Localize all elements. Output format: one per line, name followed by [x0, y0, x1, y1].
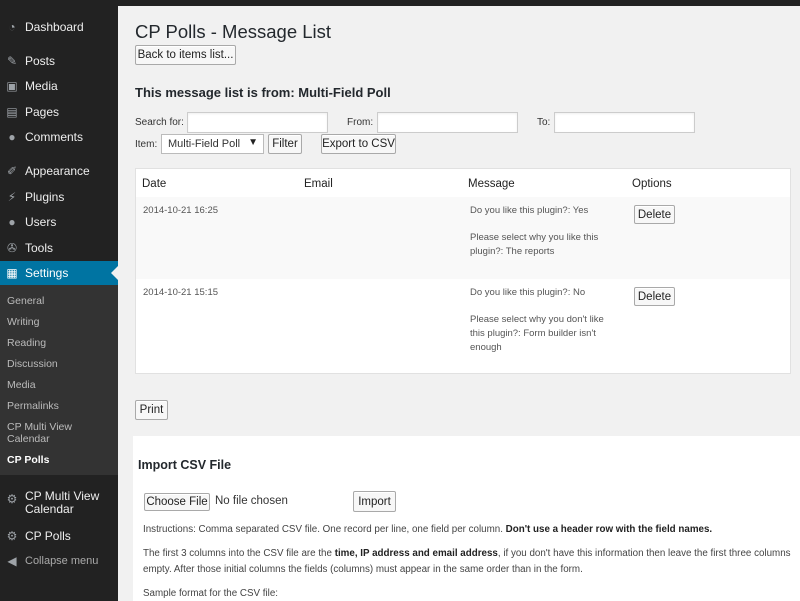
filter-button[interactable]: Filter — [268, 134, 302, 154]
message-list-subtitle: This message list is from: Multi-Field P… — [135, 85, 391, 100]
menu-settings[interactable]: ▦ Settings — [0, 261, 118, 285]
row-date: 2014-10-21 16:25 — [143, 205, 219, 216]
choose-file-button[interactable]: Choose File — [144, 493, 210, 511]
settings-icon: ▦ — [6, 266, 18, 280]
chevron-down-icon: ▼ — [248, 137, 258, 148]
submenu-writing[interactable]: Writing — [7, 316, 112, 328]
menu-cp-multi-view-calendar[interactable]: ⚙ CP Multi View Calendar — [0, 490, 118, 520]
to-label: To: — [537, 117, 551, 128]
pages-icon: ▤ — [6, 105, 18, 119]
admin-sidebar: ◔ Dashboard ✎ Posts ▣ Media ▤ Pages ● Comment… — [0, 6, 118, 601]
menu-media[interactable]: ▣ Media — [0, 75, 118, 97]
column-header-date: Date — [142, 178, 167, 190]
column-header-message: Message — [468, 178, 515, 190]
from-label: From: — [347, 117, 374, 128]
to-date-input[interactable] — [554, 112, 695, 133]
menu-users[interactable]: ● Users — [0, 211, 118, 233]
collapse-menu[interactable]: ◀ Collapse menu — [0, 550, 118, 572]
from-date-input[interactable] — [377, 112, 518, 133]
submenu-media[interactable]: Media — [7, 379, 112, 391]
column-header-options: Options — [632, 178, 672, 190]
delete-button[interactable]: Delete — [634, 287, 675, 306]
search-input[interactable] — [187, 112, 328, 133]
submenu-cp-polls[interactable]: CP Polls — [7, 454, 112, 466]
collapse-arrow-icon: ◀ — [7, 554, 17, 568]
menu-comments[interactable]: ● Comments — [0, 126, 118, 148]
import-title: Import CSV File — [138, 458, 232, 472]
import-button[interactable]: Import — [353, 491, 396, 512]
import-instructions: Instructions: Comma separated CSV file. … — [143, 524, 713, 535]
user-icon: ● — [8, 215, 16, 229]
print-button[interactable]: Print — [135, 400, 168, 420]
row-message-answer: Do you like this plugin?: No — [470, 287, 586, 298]
menu-appearance[interactable]: ✐ Appearance — [0, 160, 118, 182]
row-message-reason: Please select why you like this plugin?:… — [470, 232, 599, 257]
back-to-items-button[interactable]: Back to items list... — [135, 45, 236, 65]
column-header-email: Email — [304, 178, 333, 190]
item-select[interactable]: Multi-Field Poll ▼ — [161, 134, 264, 154]
menu-plugins[interactable]: ⚡ Plugins — [0, 186, 118, 208]
menu-dashboard[interactable]: ◔ Dashboard — [0, 16, 118, 38]
messages-table: Date Email Message Options 2014-10-21 16… — [135, 168, 791, 374]
table-row: 2014-10-21 15:15 Do you like this plugin… — [136, 279, 790, 373]
row-message-answer: Do you like this plugin?: Yes — [470, 205, 589, 216]
menu-pages[interactable]: ▤ Pages — [0, 101, 118, 123]
comment-icon: ● — [8, 130, 16, 144]
item-label: Item: — [135, 139, 158, 150]
submenu-reading[interactable]: Reading — [7, 337, 112, 349]
delete-button[interactable]: Delete — [634, 205, 675, 224]
no-file-chosen-text: No file chosen — [215, 495, 288, 507]
import-columns-info: The first 3 columns into the CSV file ar… — [143, 548, 791, 575]
row-message-reason: Please select why you don't like this pl… — [470, 314, 604, 353]
plug-icon: ⚡ — [7, 190, 17, 204]
row-date: 2014-10-21 15:15 — [143, 287, 219, 298]
brush-icon: ✐ — [6, 164, 18, 178]
page-title: CP Polls - Message List — [135, 21, 332, 42]
item-select-value: Multi-Field Poll — [168, 138, 241, 150]
wrench-icon: ✇ — [6, 241, 18, 255]
media-icon: ▣ — [6, 79, 18, 93]
menu-cp-polls[interactable]: ⚙ CP Polls — [0, 525, 118, 547]
submenu-discussion[interactable]: Discussion — [7, 358, 112, 370]
pin-icon: ✎ — [6, 54, 18, 68]
dashboard-icon: ◔ — [8, 20, 16, 34]
settings-submenu: General Writing Reading Discussion Media… — [0, 285, 118, 475]
menu-tools[interactable]: ✇ Tools — [0, 237, 118, 259]
table-row: 2014-10-21 16:25 Do you like this plugin… — [136, 197, 790, 279]
submenu-general[interactable]: General — [7, 295, 112, 307]
main-content: CP Polls - Message List Back to items li… — [118, 6, 800, 601]
submenu-cp-multi-view-calendar[interactable]: CP Multi View Calendar — [7, 421, 82, 445]
sample-format-label: Sample format for the CSV file: — [143, 588, 279, 599]
gear-icon: ⚙ — [6, 529, 18, 543]
submenu-permalinks[interactable]: Permalinks — [7, 400, 112, 412]
gear-icon: ⚙ — [6, 492, 18, 506]
export-csv-button[interactable]: Export to CSV — [321, 134, 396, 154]
search-label: Search for: — [135, 117, 184, 128]
import-csv-panel: Import CSV File Choose File No file chos… — [133, 436, 800, 601]
menu-posts[interactable]: ✎ Posts — [0, 50, 118, 72]
